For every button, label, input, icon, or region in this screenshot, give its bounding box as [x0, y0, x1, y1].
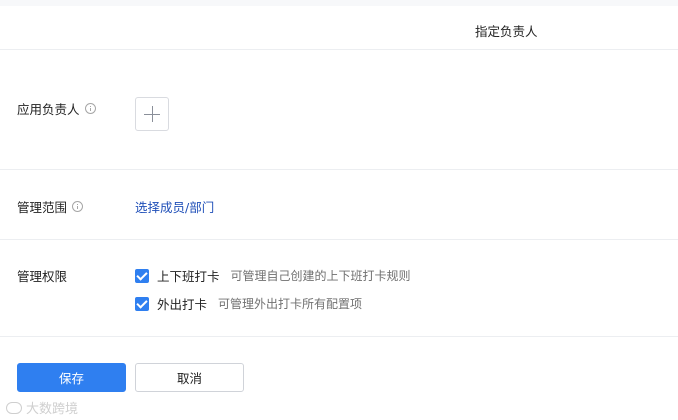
checkbox-outing[interactable]: [135, 296, 149, 311]
permission-name: 外出打卡: [157, 297, 208, 312]
page-title: 指定负责人: [475, 24, 538, 39]
permission-item-outing[interactable]: 外出打卡 可管理外出打卡所有配置项: [135, 294, 362, 313]
permissions-row-label: 管理权限: [17, 266, 67, 285]
watermark-text: 大数跨境: [26, 402, 79, 417]
assign-owner-page: 指定负责人 应用负责人 管理范围 选择成员/部门 管理权限 上下班打卡 可管理自…: [0, 0, 678, 420]
scope-label: 管理范围: [17, 200, 68, 215]
divider: [0, 239, 678, 240]
permissions-label: 管理权限: [17, 269, 68, 284]
info-circle-icon[interactable]: [84, 103, 96, 114]
owner-label: 应用负责人: [17, 102, 80, 117]
header: 指定负责人: [0, 6, 678, 50]
owner-row-label: 应用负责人: [17, 99, 96, 118]
info-circle-icon[interactable]: [72, 201, 84, 212]
select-members-link[interactable]: 选择成员/部门: [135, 197, 214, 216]
permission-desc: 可管理自己创建的上下班打卡规则: [230, 269, 411, 283]
watermark: 大数跨境: [6, 398, 78, 417]
cancel-button[interactable]: 取消: [135, 363, 244, 392]
checkbox-checkin[interactable]: [135, 268, 149, 283]
scope-row-label: 管理范围: [17, 197, 84, 216]
add-owner-button[interactable]: [135, 97, 169, 131]
permission-name: 上下班打卡: [157, 269, 220, 284]
save-button[interactable]: 保存: [17, 363, 126, 392]
permission-item-checkin[interactable]: 上下班打卡 可管理自己创建的上下班打卡规则: [135, 266, 411, 285]
divider: [0, 336, 678, 337]
permission-desc: 可管理外出打卡所有配置项: [218, 297, 363, 311]
watermark-logo-icon: [6, 401, 22, 414]
divider: [0, 169, 678, 170]
